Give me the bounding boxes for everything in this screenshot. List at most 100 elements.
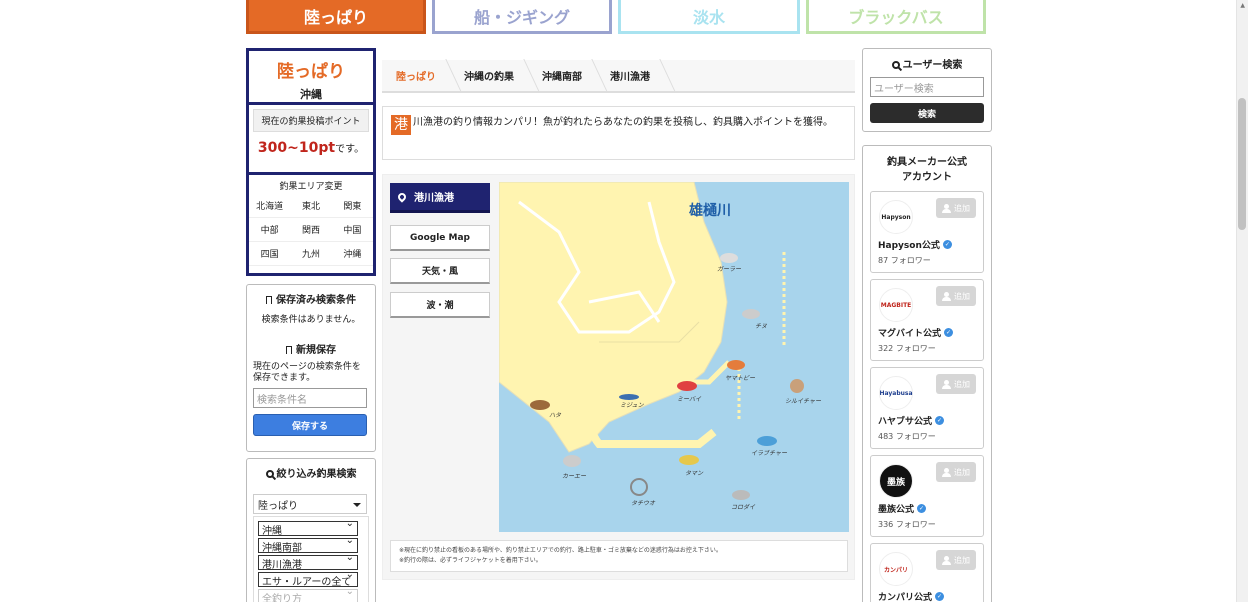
area-link[interactable]: 九州 <box>290 242 332 266</box>
scroll-up-arrow-icon[interactable]: ▲ <box>1240 2 1245 9</box>
fish-label[interactable]: チヌ <box>755 321 767 330</box>
follow-label: 追加 <box>954 555 970 565</box>
maker-logo: Hapyson <box>879 200 913 234</box>
scroll-thumb[interactable] <box>1238 98 1246 230</box>
person-icon <box>942 555 951 565</box>
tab-land[interactable]: 陸っぱり <box>246 0 426 34</box>
spot-select[interactable]: 港川漁港 <box>258 552 358 571</box>
area-link[interactable]: 関西 <box>290 218 332 242</box>
mode-select[interactable]: 陸っぱり <box>253 494 367 514</box>
area-link[interactable]: 中国 <box>331 218 373 242</box>
area-change: 釣果エリア変更 北海道 東北 関東 中部 関西 中国 四国 九州 沖縄 <box>249 175 373 266</box>
follow-button[interactable]: 追加 <box>936 286 976 306</box>
area-link[interactable]: 関東 <box>331 194 373 218</box>
follow-button[interactable]: 追加 <box>936 374 976 394</box>
verified-icon: ✓ <box>935 592 945 601</box>
area-link[interactable]: 東北 <box>290 194 332 218</box>
fish-label[interactable]: コロダイ <box>731 502 755 511</box>
spot-title: 港川漁港 <box>390 183 490 213</box>
maker-name-text: マグバイト公式 <box>878 329 942 339</box>
maker-card[interactable]: Hayabusa 追加 ハヤブサ公式 ✓ 483 フォロワー <box>870 367 984 449</box>
maker-logo: MAGBITE <box>879 288 913 322</box>
person-icon <box>942 379 951 389</box>
tab-boat-jigging[interactable]: 船・ジギング <box>432 0 612 34</box>
page-scrollbar[interactable]: ▲ <box>1236 0 1248 602</box>
page: 陸っぱり 船・ジギング 淡水 ブラックバス 陸っぱり 沖縄 現在の釣果投稿ポイン… <box>0 0 1248 602</box>
user-search-panel: ユーザー検索 ユーザー検索 検索 <box>862 48 992 132</box>
user-search-button[interactable]: 検索 <box>870 103 984 123</box>
filter-search-title-text: 絞り込み釣果検索 <box>276 469 357 480</box>
person-icon <box>942 467 951 477</box>
user-search-title-text: ユーザー検索 <box>902 60 963 71</box>
maker-card[interactable]: MAGBITE 追加 マグバイト公式 ✓ 322 フォロワー <box>870 279 984 361</box>
area-info-panel: 陸っぱり 沖縄 現在の釣果投稿ポイント 300~10ptです。 釣果エリア変更 … <box>246 48 376 276</box>
fish-label[interactable]: ミジュン <box>620 400 644 409</box>
wave-tide-button[interactable]: 波・潮 <box>390 292 490 318</box>
maker-name: 墨族公式 ✓ <box>878 502 927 515</box>
fish-label[interactable]: イラブチャー <box>751 448 787 457</box>
save-button[interactable]: 保存する <box>253 414 367 436</box>
tab-black-bass[interactable]: ブラックバス <box>806 0 986 34</box>
user-search-title: ユーザー検索 <box>870 56 984 71</box>
follow-label: 追加 <box>954 379 970 389</box>
filter-selects: 沖縄 沖縄南部 港川漁港 エサ・ルアーの全て 全釣り方 <box>253 516 369 602</box>
maker-name: Hapyson公式 ✓ <box>878 238 952 251</box>
breadcrumb-item[interactable]: 陸っぱり <box>382 59 450 92</box>
breadcrumb-item[interactable]: 港川漁港 <box>596 59 664 92</box>
spot-title-text: 港川漁港 <box>414 193 454 204</box>
intro-initial: 港 <box>391 115 411 135</box>
fish-label[interactable]: ミーバイ <box>677 394 701 403</box>
maker-name-text: Hapyson公式 <box>878 241 940 251</box>
current-area: 沖縄 <box>300 88 322 101</box>
follower-count: 322 フォロワー <box>878 344 936 353</box>
breadcrumb-item[interactable]: 沖縄の釣果 <box>450 59 528 92</box>
person-icon <box>942 291 951 301</box>
follow-button[interactable]: 追加 <box>936 550 976 570</box>
fish-label[interactable]: タチウオ <box>631 498 655 507</box>
region-select[interactable]: 沖縄南部 <box>258 535 358 554</box>
maker-name-text: ハヤブサ公式 <box>878 417 933 427</box>
maker-name: ハヤブサ公式 ✓ <box>878 414 945 427</box>
fish-label[interactable]: シルイチャー <box>785 396 821 405</box>
area-link[interactable]: 中部 <box>249 218 291 242</box>
google-map-button[interactable]: Google Map <box>390 225 490 251</box>
fish-label[interactable]: ガーラー <box>717 264 741 273</box>
points-value-line: 300~10ptです。 <box>249 140 373 156</box>
points-value: 300~10pt <box>257 140 336 156</box>
maker-card[interactable]: Hapyson 追加 Hapyson公式 ✓ 87 フォロワー <box>870 191 984 273</box>
fish-label[interactable]: カーエー <box>562 471 586 480</box>
user-search-input[interactable]: ユーザー検索 <box>870 77 984 97</box>
bookmark-icon <box>286 346 292 354</box>
follow-button[interactable]: 追加 <box>936 198 976 218</box>
area-link[interactable]: 四国 <box>249 242 291 266</box>
note-line: ※現在に釣り禁止の看板のある場所や、釣り禁止エリアでの釣行、路上駐車・ゴミ放棄な… <box>399 547 722 554</box>
breadcrumb-item[interactable]: 沖縄南部 <box>528 59 596 92</box>
prefecture-select[interactable]: 沖縄 <box>258 518 358 537</box>
maker-logo: 墨族 <box>879 464 913 498</box>
intro-text: 川漁港の釣り情報カンパリ！魚が釣れたらあなたの釣果を投稿し、釣具購入ポイントを獲… <box>413 117 833 128</box>
area-grid: 北海道 東北 関東 中部 関西 中国 四国 九州 沖縄 <box>249 194 373 266</box>
bait-select[interactable]: エサ・ルアーの全て <box>258 572 358 587</box>
fish-label[interactable]: ハタ <box>549 410 561 419</box>
search-condition-name-input[interactable]: 検索条件名 <box>253 388 367 408</box>
fish-label[interactable]: タマン <box>685 468 703 477</box>
tab-freshwater[interactable]: 淡水 <box>618 0 800 34</box>
method-select[interactable]: 全釣り方 <box>258 586 358 602</box>
follower-count: 87 フォロワー <box>878 256 931 265</box>
search-icon <box>891 61 900 69</box>
maker-card[interactable]: カンパリ 追加 カンパリ公式 ✓ <box>870 543 984 602</box>
area-link[interactable]: 北海道 <box>249 194 291 218</box>
follower-count: 483 フォロワー <box>878 432 936 441</box>
fish-label[interactable]: ヤマトビー <box>725 373 755 382</box>
maker-card[interactable]: 墨族 追加 墨族公式 ✓ 336 フォロワー <box>870 455 984 537</box>
follow-button[interactable]: 追加 <box>936 462 976 482</box>
spot-intro: 港川漁港の釣り情報カンパリ！魚が釣れたらあなたの釣果を投稿し、釣具購入ポイントを… <box>382 106 855 160</box>
maker-accounts-panel: 釣具メーカー公式アカウント Hapyson 追加 Hapyson公式 ✓ 87 フ… <box>862 145 992 602</box>
new-save-title: 新規保存 <box>253 341 369 356</box>
verified-icon: ✓ <box>944 328 954 337</box>
points-suffix: です。 <box>335 144 365 155</box>
verified-icon: ✓ <box>942 240 952 249</box>
river-label: 雄樋川 <box>689 203 731 219</box>
weather-wind-button[interactable]: 天気・風 <box>390 258 490 284</box>
area-link[interactable]: 沖縄 <box>331 242 373 266</box>
